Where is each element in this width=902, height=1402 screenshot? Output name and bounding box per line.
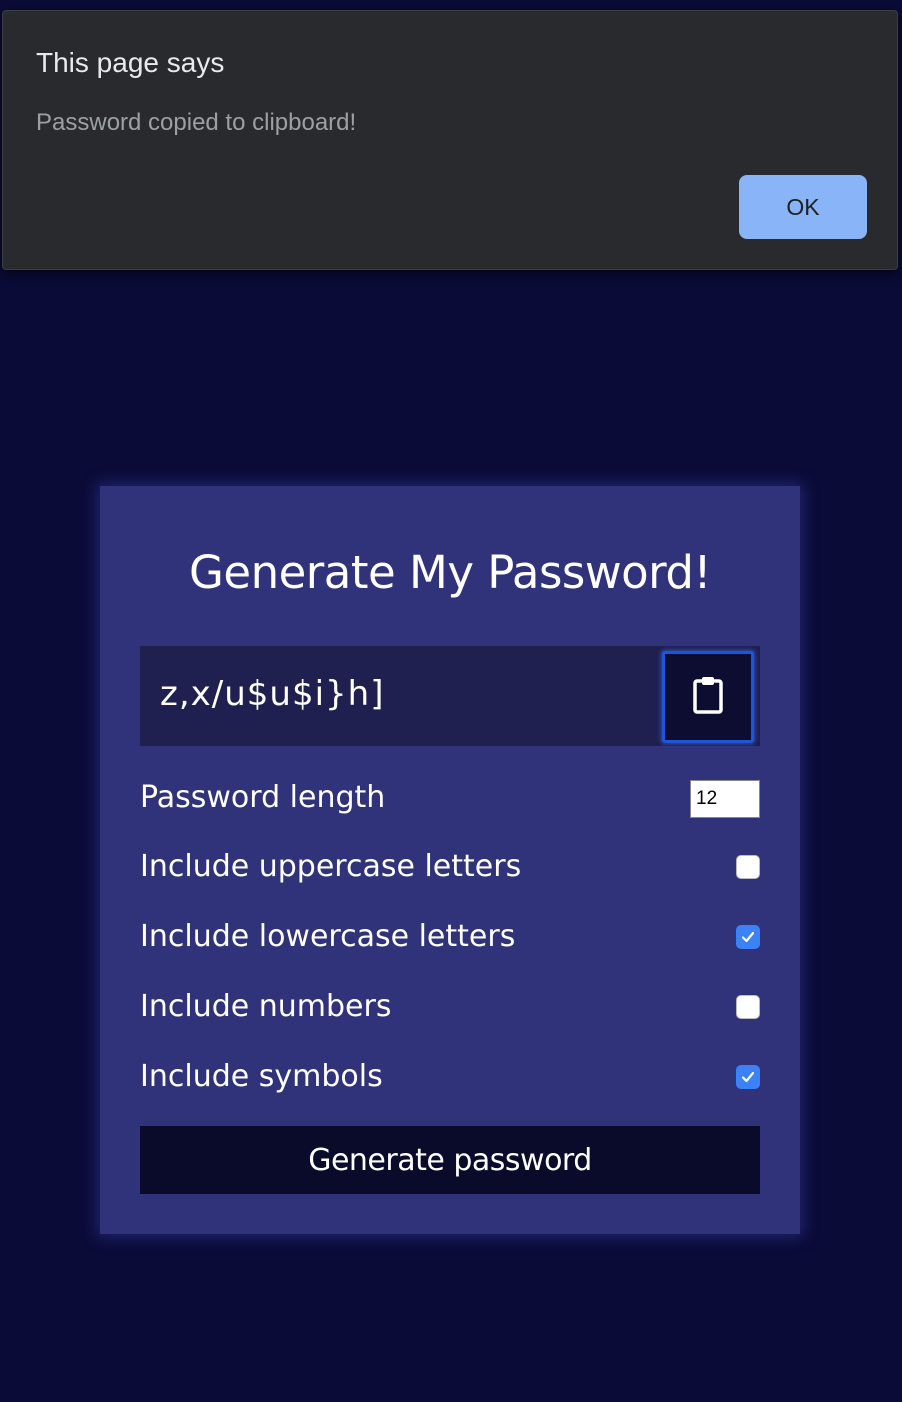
setting-symbols: Include symbols	[140, 1057, 760, 1097]
dialog-ok-button[interactable]: OK	[739, 175, 867, 239]
password-result-text: z,x/u$u$i}h]	[160, 674, 385, 714]
password-result-box: z,x/u$u$i}h]	[140, 646, 760, 746]
password-length-label: Password length	[140, 780, 386, 815]
symbols-checkbox[interactable]	[736, 1065, 760, 1089]
lowercase-checkbox[interactable]	[736, 925, 760, 949]
dialog-message: Password copied to clipboard!	[36, 109, 357, 136]
uppercase-label: Include uppercase letters	[140, 849, 522, 884]
uppercase-checkbox[interactable]	[736, 855, 760, 879]
page-title: Generate My Password!	[189, 546, 711, 599]
clipboard-icon	[692, 675, 724, 719]
setting-uppercase: Include uppercase letters	[140, 847, 760, 887]
password-length-input[interactable]	[690, 780, 760, 818]
numbers-checkbox[interactable]	[736, 995, 760, 1019]
setting-numbers: Include numbers	[140, 987, 760, 1027]
alert-dialog: This page says Password copied to clipbo…	[2, 10, 898, 270]
lowercase-label: Include lowercase letters	[140, 919, 516, 954]
setting-password-length: Password length	[140, 778, 760, 818]
generate-password-button[interactable]: Generate password	[140, 1126, 760, 1194]
copy-to-clipboard-button[interactable]	[662, 651, 754, 743]
symbols-label: Include symbols	[140, 1059, 383, 1094]
setting-lowercase: Include lowercase letters	[140, 917, 760, 957]
numbers-label: Include numbers	[140, 989, 392, 1024]
dialog-title: This page says	[36, 47, 225, 78]
password-generator-card: Generate My Password! z,x/u$u$i}h] Passw…	[100, 486, 800, 1234]
checkmark-icon	[741, 931, 755, 943]
checkmark-icon	[741, 1071, 755, 1083]
